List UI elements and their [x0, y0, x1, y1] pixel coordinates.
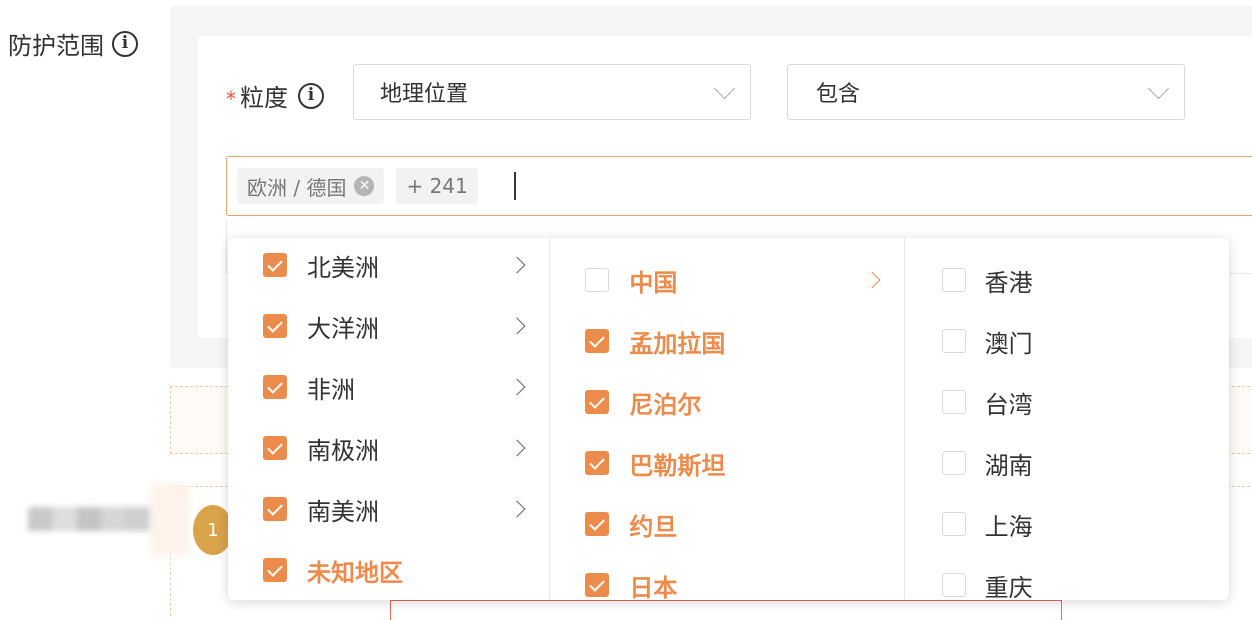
chevron-down-icon [1147, 77, 1170, 99]
checkbox[interactable] [585, 573, 610, 597]
checkbox[interactable] [941, 329, 966, 353]
option-label: 香港 [984, 268, 1033, 297]
option-label: 重庆 [984, 573, 1033, 601]
option-label: 北美洲 [307, 253, 379, 282]
checkbox[interactable] [585, 512, 610, 536]
checkbox[interactable] [941, 451, 966, 475]
close-circle-icon[interactable]: ✕ [354, 176, 375, 196]
granularity-select[interactable]: 地理位置 [353, 64, 751, 120]
cascader-option[interactable]: 南美洲 [228, 479, 549, 539]
checkbox[interactable] [941, 268, 966, 292]
option-label: 澳门 [984, 329, 1033, 358]
cascader-column-regions: 香港 澳门 台湾 湖南 上海 重庆 [905, 238, 1229, 600]
checkbox[interactable] [263, 558, 287, 582]
chevron-right-icon [863, 271, 881, 289]
cascader-option[interactable]: 北美洲 [228, 238, 549, 295]
scope-label: 防护范围 i [8, 26, 138, 61]
checkbox[interactable] [263, 253, 287, 277]
cascader-option[interactable]: 大洋洲 [228, 296, 549, 356]
cascader-option[interactable]: 尼泊尔 [550, 372, 903, 432]
match-select[interactable]: 包含 [787, 64, 1185, 120]
overflow-count: + 241 [406, 174, 468, 198]
cascader-column-continents: 北美洲 大洋洲 非洲 南极洲 南美洲 未知地区 [228, 238, 551, 600]
cascader-option[interactable]: 日本 [550, 555, 903, 600]
granularity-label-text: 粒度 [240, 84, 288, 112]
cascader-option[interactable]: 澳门 [905, 311, 1229, 371]
cascader-option[interactable]: 非洲 [228, 357, 549, 417]
cascader-option[interactable]: 巴勒斯坦 [550, 433, 903, 493]
info-icon[interactable]: i [298, 82, 324, 109]
chevron-right-icon [508, 317, 526, 335]
chevron-right-icon [508, 439, 526, 457]
checkbox[interactable] [585, 390, 610, 414]
region-tag-input[interactable]: 欧洲 / 德国 ✕ + 241 [226, 156, 1252, 216]
option-label: 日本 [629, 573, 678, 601]
checkbox[interactable] [263, 497, 287, 521]
required-mark: * [226, 87, 236, 111]
blurred-area [150, 484, 190, 556]
selected-tag: 欧洲 / 德国 ✕ [237, 168, 385, 204]
info-icon[interactable]: i [112, 30, 138, 57]
cascader-option[interactable]: 南极洲 [228, 418, 549, 478]
text-caret [513, 172, 516, 200]
granularity-select-value: 地理位置 [380, 82, 469, 107]
option-label: 湖南 [984, 451, 1033, 480]
option-label: 尼泊尔 [629, 390, 702, 419]
cascader-option[interactable]: 约旦 [550, 494, 903, 554]
cascader-option[interactable]: 重庆 [905, 555, 1229, 600]
checkbox[interactable] [263, 436, 287, 460]
cascader-option[interactable]: 香港 [905, 250, 1229, 310]
overflow-tag: + 241 [396, 168, 478, 204]
chevron-right-icon [508, 500, 526, 518]
option-label: 南极洲 [307, 436, 379, 465]
option-label: 台湾 [984, 390, 1033, 419]
option-label: 未知地区 [307, 558, 403, 587]
option-label: 孟加拉国 [629, 329, 726, 358]
chevron-down-icon [713, 77, 736, 99]
scope-label-text: 防护范围 [8, 32, 104, 60]
checkbox[interactable] [263, 314, 287, 338]
bottom-input-box[interactable] [390, 600, 1062, 620]
cascader-column-countries: 中国 孟加拉国 尼泊尔 巴勒斯坦 约旦 日本 [550, 238, 905, 600]
cascader-option[interactable]: 湖南 [905, 433, 1229, 493]
checkbox[interactable] [263, 375, 287, 399]
chevron-right-icon [508, 378, 526, 396]
option-label: 巴勒斯坦 [629, 451, 726, 480]
option-label: 上海 [984, 512, 1033, 541]
region-cascader-dropdown: 北美洲 大洋洲 非洲 南极洲 南美洲 未知地区 中国 孟加拉国 尼泊尔 巴勒斯坦… [228, 238, 1229, 600]
cascader-option[interactable]: 孟加拉国 [550, 311, 903, 371]
checkbox[interactable] [941, 573, 966, 597]
option-label: 中国 [629, 268, 678, 297]
checkbox[interactable] [941, 512, 966, 536]
granularity-label: * 粒度 i [226, 78, 324, 113]
option-label: 非洲 [307, 375, 355, 404]
checkbox[interactable] [585, 451, 610, 475]
chevron-right-icon [508, 256, 526, 274]
checkbox[interactable] [585, 268, 610, 292]
cascader-option[interactable]: 台湾 [905, 372, 1229, 432]
cascader-option[interactable]: 中国 [550, 250, 903, 310]
blurred-label [28, 507, 150, 531]
cascader-option[interactable]: 未知地区 [228, 540, 549, 600]
step-badge: 1 [193, 505, 233, 555]
option-label: 南美洲 [307, 497, 379, 526]
option-label: 约旦 [629, 512, 678, 541]
match-select-value: 包含 [816, 82, 861, 107]
option-label: 大洋洲 [307, 314, 379, 343]
selected-tag-label: 欧洲 / 德国 [247, 175, 347, 200]
cascader-option[interactable]: 上海 [905, 494, 1229, 554]
checkbox[interactable] [585, 329, 610, 353]
checkbox[interactable] [941, 390, 966, 414]
